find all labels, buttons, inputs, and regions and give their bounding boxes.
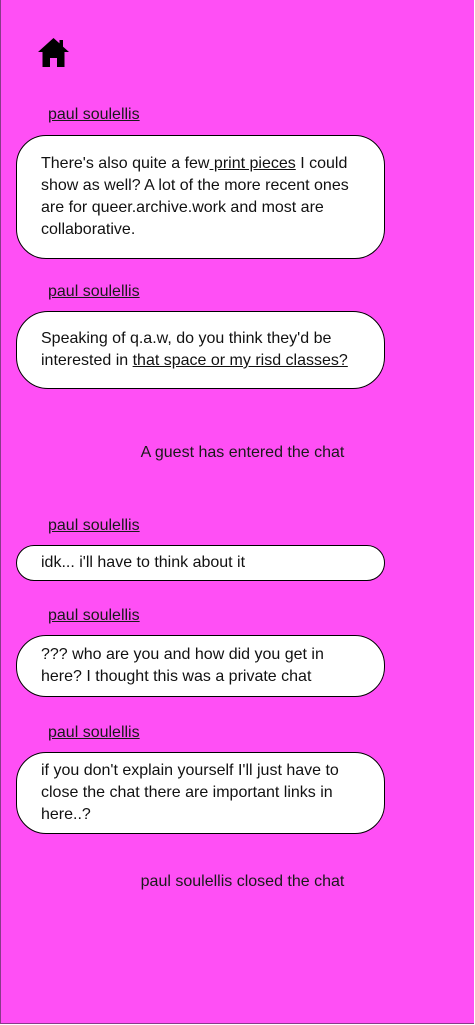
sender-name[interactable]: paul soulellis xyxy=(48,723,140,742)
sender-name[interactable]: paul soulellis xyxy=(48,105,140,124)
chat-log[interactable]: paul soulellis There's also quite a few … xyxy=(1,101,474,1023)
message-bubble: idk... i'll have to think about it xyxy=(16,545,385,581)
message-text: idk... i'll have to think about it xyxy=(41,554,246,571)
risd-classes-link[interactable]: that space or my risd classes? xyxy=(133,352,348,369)
print-pieces-link[interactable]: print pieces xyxy=(209,155,296,172)
message-bubble: Speaking of q.a.w, do you think they'd b… xyxy=(16,311,385,389)
home-button[interactable] xyxy=(37,36,70,69)
sender-name[interactable]: paul soulellis xyxy=(48,282,140,301)
home-icon xyxy=(38,38,69,67)
chat-window: paul soulellis There's also quite a few … xyxy=(0,0,474,1024)
message-bubble: if you don't explain yourself I'll just … xyxy=(16,752,385,834)
message-text: if you don't explain yourself I'll just … xyxy=(41,762,339,823)
system-message-chat-closed: paul soulellis closed the chat xyxy=(140,873,345,890)
system-message-guest-entered: A guest has entered the chat xyxy=(140,444,345,461)
message-text: Speaking of q.a.w, do you think they'd b… xyxy=(41,330,348,369)
message-bubble: There's also quite a few print pieces I … xyxy=(16,135,385,259)
message-text: ??? who are you and how did you get in h… xyxy=(41,646,324,685)
message-bubble: ??? who are you and how did you get in h… xyxy=(16,635,385,697)
sender-name[interactable]: paul soulellis xyxy=(48,516,140,535)
message-text: There's also quite a few print pieces I … xyxy=(41,155,349,238)
sender-name[interactable]: paul soulellis xyxy=(48,606,140,625)
